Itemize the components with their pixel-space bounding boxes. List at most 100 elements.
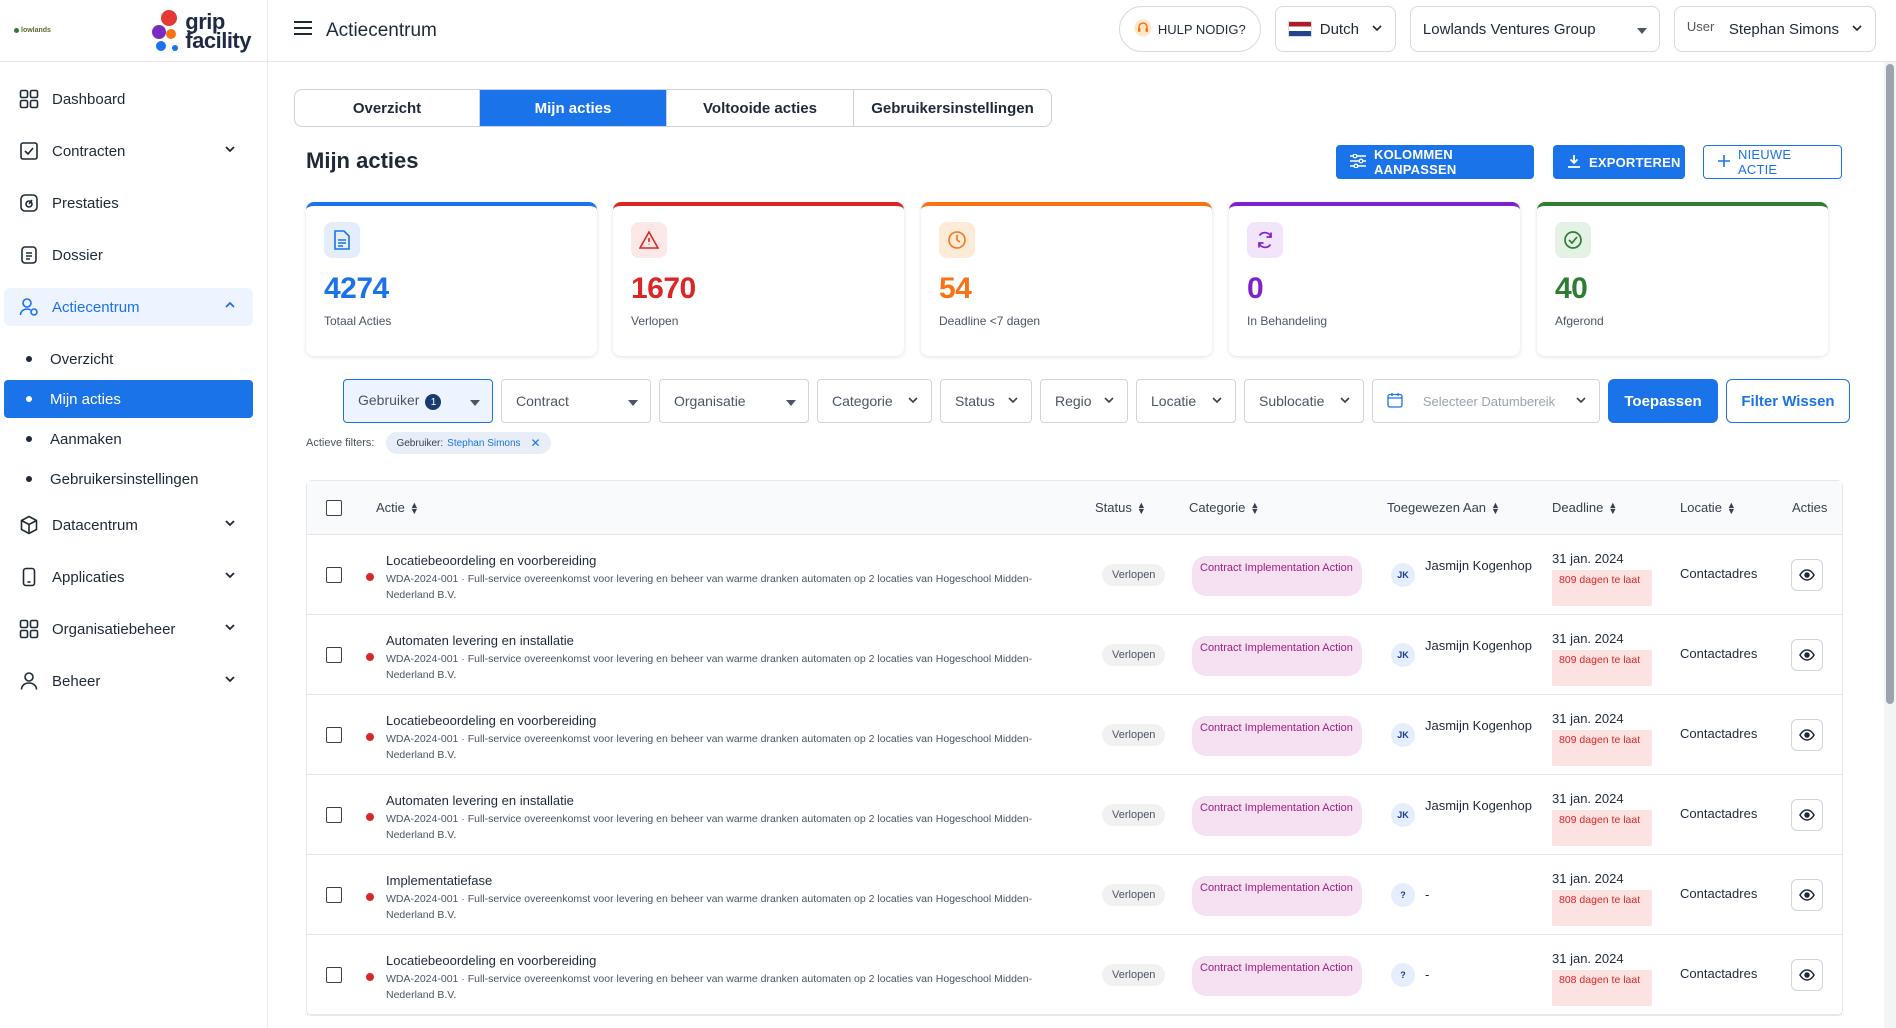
row-title[interactable]: Implementatiefase [386,873,492,888]
filter-regio[interactable]: Regio [1040,379,1128,423]
column-header-actie[interactable]: Actie ▲ ▼ [376,500,419,515]
category-badge: Contract Implementation Action [1192,716,1362,756]
stat-label: Verlopen [631,314,679,328]
filter-status[interactable]: Status [940,379,1032,423]
new-action-button[interactable]: NIEUWE ACTIE [1703,145,1842,179]
organization-label: Lowlands Ventures Group [1422,20,1596,38]
dutch-flag-icon [1287,21,1312,37]
view-button[interactable] [1791,559,1823,591]
sidebar-item-dashboard[interactable]: Dashboard [4,80,253,118]
filter-date-range[interactable]: Selecteer Datumbereik [1372,379,1600,423]
table-row[interactable]: Implementatiefase WDA-2024-001 · Full-se… [307,855,1842,935]
sidebar-subitem-gebruikersinstellingen[interactable]: Gebruikersinstellingen [4,460,253,498]
chevron-up-icon [223,298,237,316]
sidebar-item-contracten[interactable]: Contracten [4,132,253,170]
apply-filters-button[interactable]: Toepassen [1608,379,1718,423]
organization-select[interactable]: Lowlands Ventures Group [1409,6,1660,52]
location-text: Contactadres [1680,966,1758,981]
tab-overzicht[interactable]: Overzicht [295,90,480,126]
table-row[interactable]: Locatiebeoordeling en voorbereiding WDA-… [307,695,1842,775]
sidebar-item-actiecentrum[interactable]: Actiecentrum [4,288,253,326]
filter-contract[interactable]: Contract [501,379,651,423]
active-filters-label: Actieve filters: [306,437,375,449]
deadline-date: 31 jan. 2024 [1552,631,1624,646]
grip-facility-logo[interactable]: grip facility [149,8,251,54]
sidebar-item-datacentrum[interactable]: Datacentrum [4,506,253,544]
filter-sublocatie[interactable]: Sublocatie [1244,379,1364,423]
row-checkbox[interactable] [326,807,342,823]
view-button[interactable] [1791,799,1823,831]
sidebar-item-organisatiebeheer[interactable]: Organisatiebeheer [4,610,253,648]
clear-filters-button[interactable]: Filter Wissen [1726,379,1850,423]
help-button[interactable]: HULP NODIG? [1118,6,1261,52]
menu-icon[interactable] [294,21,312,40]
column-header-locatie[interactable]: Locatie ▲ ▼ [1680,500,1736,515]
dashboard-icon [18,88,40,110]
sidebar-item-beheer[interactable]: Beheer [4,662,253,700]
stat-card-expired[interactable]: 1670 Verlopen [613,202,904,356]
row-title[interactable]: Locatiebeoordeling en voorbereiding [386,953,596,968]
avatar: User [1686,19,1715,34]
language-select[interactable]: Dutch [1274,6,1396,52]
column-header-toegewezen[interactable]: Toegewezen Aan ▲ ▼ [1387,500,1500,515]
column-header-deadline[interactable]: Deadline ▲ ▼ [1552,500,1617,515]
view-button[interactable] [1791,639,1823,671]
chevron-down-icon [223,516,237,534]
row-title[interactable]: Automaten levering en installatie [386,793,574,808]
assignee-name: - [1425,887,1430,902]
grip-logo-mark-icon [152,9,179,51]
stat-card-total[interactable]: 4274 Totaal Acties [306,202,597,356]
row-title[interactable]: Automaten levering en installatie [386,633,574,648]
sidebar-item-applicaties[interactable]: Applicaties [4,558,253,596]
tab-voltooide-acties[interactable]: Voltooide acties [667,90,854,126]
sort-icon: ▲ ▼ [1136,499,1146,516]
export-button[interactable]: EXPORTEREN [1553,145,1685,179]
close-icon[interactable]: ✕ [531,436,541,450]
sidebar-item-label: Applicaties [52,568,125,586]
sidebar-item-label: Prestaties [52,194,119,212]
sidebar-item-dossier[interactable]: Dossier [4,236,253,274]
table-row[interactable]: Locatiebeoordeling en voorbereiding WDA-… [307,935,1842,1015]
row-checkbox[interactable] [326,567,342,583]
stat-card-deadline[interactable]: 54 Deadline <7 dagen [921,202,1212,356]
user-menu[interactable]: User Stephan Simons [1673,6,1876,52]
grip-logo-line2: facility [185,27,251,53]
status-dot [366,573,374,581]
row-description: WDA-2024-001 · Full-service overeenkomst… [386,893,1033,921]
filter-locatie[interactable]: Locatie [1136,379,1236,423]
row-checkbox[interactable] [326,647,342,663]
view-button[interactable] [1791,959,1823,991]
row-title[interactable]: Locatiebeoordeling en voorbereiding [386,553,596,568]
table-row[interactable]: Locatiebeoordeling en voorbereiding WDA-… [307,535,1842,615]
sidebar-subitem-aanmaken[interactable]: Aanmaken [4,420,253,458]
row-checkbox[interactable] [326,967,342,983]
table-row[interactable]: Automaten levering en installatie WDA-20… [307,775,1842,855]
sidebar-subitem-overzicht[interactable]: Overzicht [4,340,253,378]
stat-card-in-progress[interactable]: 0 In Behandeling [1229,202,1520,356]
tab-gebruikersinstellingen[interactable]: Gebruikersinstellingen [854,90,1051,126]
sidebar-item-prestaties[interactable]: Prestaties [4,184,253,222]
row-title[interactable]: Locatiebeoordeling en voorbereiding [386,713,596,728]
sidebar-subitem-mijn-acties[interactable]: Mijn acties [4,380,253,418]
scrollbar-thumb[interactable] [1886,64,1894,704]
column-header-categorie[interactable]: Categorie ▲ ▼ [1189,500,1259,515]
tab-mijn-acties[interactable]: Mijn acties [480,90,667,126]
row-checkbox[interactable] [326,887,342,903]
view-button[interactable] [1791,879,1823,911]
columns-customize-button[interactable]: KOLOMMEN AANPASSEN [1336,145,1534,179]
select-all-checkbox[interactable] [326,499,342,516]
column-header-status[interactable]: Status ▲ ▼ [1095,500,1146,515]
status-dot [366,973,374,981]
deadline-date: 31 jan. 2024 [1552,791,1624,806]
chevron-down-icon [223,142,237,160]
download-icon [1567,154,1581,171]
stat-value: 40 [1555,272,1588,305]
view-button[interactable] [1791,719,1823,751]
row-checkbox[interactable] [326,727,342,743]
stat-card-completed[interactable]: 40 Afgerond [1537,202,1828,356]
filter-categorie[interactable]: Categorie [817,379,932,423]
filter-gebruiker[interactable]: Gebruiker 1 [343,379,493,423]
filter-organisatie[interactable]: Organisatie [659,379,809,423]
stat-label: Afgerond [1555,314,1604,328]
table-row[interactable]: Automaten levering en installatie WDA-20… [307,615,1842,695]
